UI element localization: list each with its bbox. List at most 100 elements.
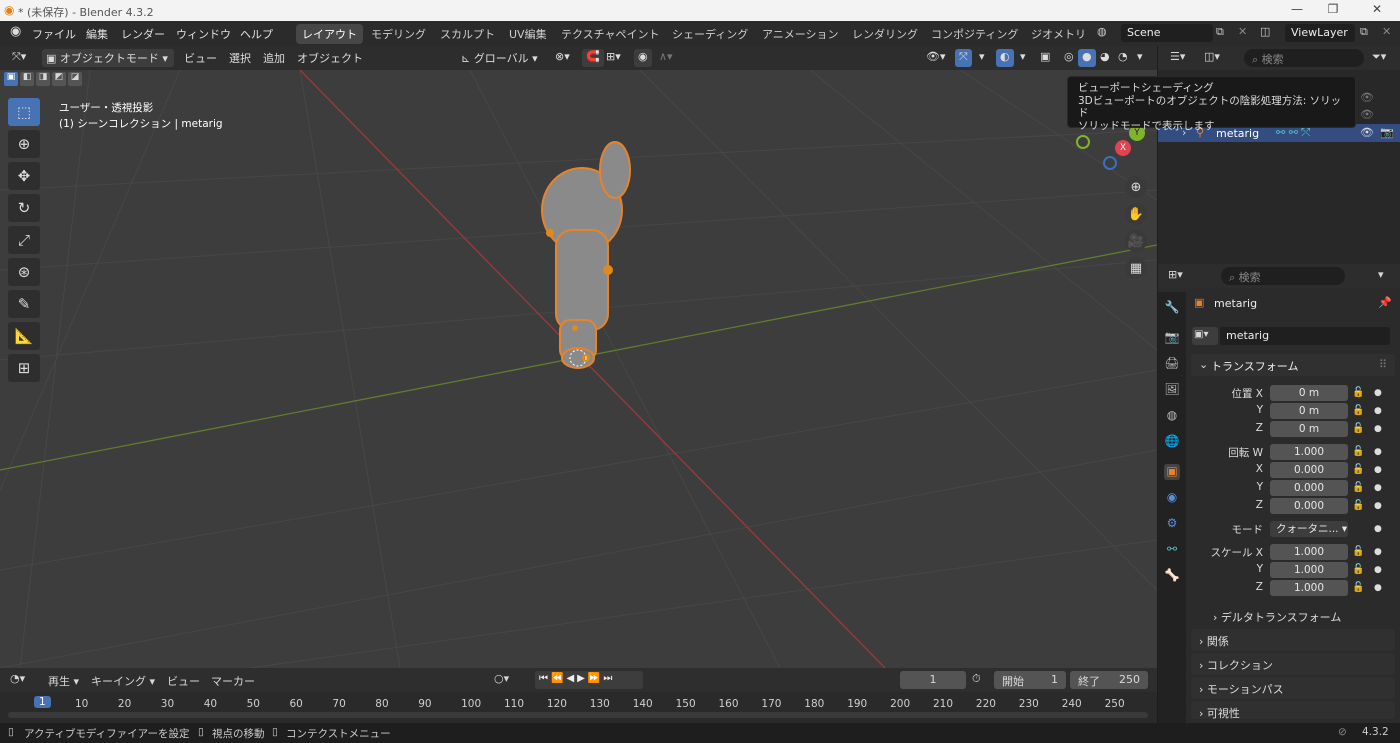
gizmo-neg-z-icon[interactable]: [1103, 156, 1117, 170]
render-tab-icon[interactable]: 📷: [1164, 330, 1180, 346]
viewlayer-icon[interactable]: ◫: [1260, 25, 1270, 38]
filter-icon[interactable]: ⏷▾: [1372, 50, 1386, 64]
playback-menu[interactable]: 再生 ▾: [48, 673, 79, 689]
keying-menu[interactable]: キーイング ▾: [91, 673, 155, 689]
collections-panel[interactable]: › コレクション: [1191, 653, 1395, 675]
view-layer-tab-icon[interactable]: 🖼: [1164, 382, 1180, 398]
tab-uv-editing[interactable]: UV編集: [503, 24, 553, 44]
3d-viewport[interactable]: ▣ ◧ ◨ ◩ ◪ ⬚ ⊕ ✥ ↻ ⤢ ⊛ ✎ 📐 ⊞ ユーザー・透視投影 (1…: [0, 70, 1157, 668]
timeline-editor-icon[interactable]: ◔▾: [10, 672, 25, 685]
lock-icon[interactable]: 🔓: [1352, 423, 1364, 434]
gizmo-dropdown-icon[interactable]: ▾: [975, 49, 989, 67]
proportional-edit-icon[interactable]: ◉: [634, 49, 652, 67]
render-camera-icon[interactable]: 📷: [1380, 126, 1394, 139]
prev-keyframe-icon[interactable]: ⏪: [551, 673, 566, 684]
annotate-tool-icon[interactable]: ✎: [8, 290, 40, 318]
visibility-panel[interactable]: › 可視性: [1191, 701, 1395, 720]
close-button[interactable]: ✕: [1362, 2, 1392, 18]
marker-menu[interactable]: マーカー: [211, 673, 255, 689]
rotation-y-field[interactable]: 0.000: [1270, 480, 1348, 496]
lock-icon[interactable]: 🔓: [1352, 405, 1364, 416]
timeline-scrollbar[interactable]: [8, 712, 1148, 718]
zoom-icon[interactable]: ⊕: [1125, 176, 1147, 198]
menu-view[interactable]: ビュー: [180, 49, 221, 67]
location-x-field[interactable]: 0 m: [1270, 385, 1348, 401]
properties-options-icon[interactable]: ▾: [1378, 268, 1384, 281]
keyframe-dot-icon[interactable]: ●: [1374, 524, 1382, 534]
keyframe-dot-icon[interactable]: ●: [1374, 406, 1382, 416]
tab-texture-paint[interactable]: テクスチャペイント: [555, 24, 666, 44]
menu-select[interactable]: 選択: [225, 49, 255, 67]
camera-view-icon[interactable]: 🎥: [1125, 230, 1147, 252]
select-intersect-icon[interactable]: ◪: [68, 72, 82, 86]
select-extend-icon[interactable]: ◧: [20, 72, 34, 86]
eye-icon-2[interactable]: 👁: [1360, 91, 1374, 104]
armature-data-tab-icon[interactable]: ⚯: [1164, 542, 1180, 558]
snap-toggle-icon[interactable]: 🧲: [582, 49, 604, 67]
tab-animation[interactable]: アニメーション: [756, 24, 845, 44]
tab-rendering[interactable]: レンダリング: [846, 24, 924, 44]
pan-hand-icon[interactable]: ✋: [1125, 203, 1147, 225]
physics-tab-icon[interactable]: ◉: [1164, 490, 1180, 506]
tab-sculpt[interactable]: スカルプト: [434, 24, 501, 44]
tab-modeling[interactable]: モデリング: [365, 24, 432, 44]
measure-tool-icon[interactable]: 📐: [8, 322, 40, 350]
visibility-icon[interactable]: 👁▾: [922, 49, 950, 67]
falloff-icon[interactable]: ∧▾: [655, 49, 677, 67]
shading-rendered-icon[interactable]: ◔: [1114, 49, 1132, 67]
tool-tab-icon[interactable]: 🔧: [1164, 300, 1180, 316]
new-viewlayer-icon[interactable]: ⧉: [1360, 25, 1368, 39]
cursor-tool-icon[interactable]: ⊕: [8, 130, 40, 158]
move-tool-icon[interactable]: ✥: [8, 162, 40, 190]
start-frame-field[interactable]: 開始 1: [994, 671, 1066, 689]
add-cube-tool-icon[interactable]: ⊞: [8, 354, 40, 382]
play-reverse-icon[interactable]: ◀: [566, 673, 577, 684]
jump-end-icon[interactable]: ⏭: [603, 673, 615, 684]
pin-icon[interactable]: 📌: [1378, 296, 1392, 309]
properties-editor-icon[interactable]: ⊞▾: [1168, 268, 1183, 281]
transform-tool-icon[interactable]: ⊛: [8, 258, 40, 286]
rotate-tool-icon[interactable]: ↻: [8, 194, 40, 222]
remove-scene-icon[interactable]: ✕: [1238, 25, 1247, 38]
new-scene-icon[interactable]: ⧉: [1216, 25, 1224, 39]
lock-icon[interactable]: 🔓: [1352, 500, 1364, 511]
outliner-search-input[interactable]: ⌕ 検索: [1244, 49, 1364, 67]
relations-panel[interactable]: › 関係: [1191, 629, 1395, 651]
end-frame-field[interactable]: 終了 250: [1070, 671, 1148, 689]
transform-orientation-dropdown[interactable]: ⊾ グローバル ▾: [457, 49, 542, 67]
keyframe-dot-icon[interactable]: ●: [1374, 447, 1382, 457]
select-invert-icon[interactable]: ◩: [52, 72, 66, 86]
menu-render[interactable]: レンダー: [121, 26, 165, 42]
location-z-field[interactable]: 0 m: [1270, 421, 1348, 437]
eye-icon[interactable]: 👁: [1360, 126, 1374, 139]
properties-search-input[interactable]: ⌕ 検索: [1221, 267, 1345, 285]
bone-tab-icon[interactable]: 🦴: [1164, 568, 1180, 584]
select-new-icon[interactable]: ▣: [4, 72, 18, 86]
object-tab-icon[interactable]: ▣: [1164, 464, 1180, 480]
keyframe-dot-icon[interactable]: ●: [1374, 388, 1382, 398]
rotation-mode-dropdown[interactable]: クォータニ... ▾: [1270, 521, 1348, 537]
xray-toggle-icon[interactable]: ▣: [1036, 49, 1054, 67]
lock-icon[interactable]: 🔓: [1352, 582, 1364, 593]
gizmo-x-icon[interactable]: X: [1115, 140, 1131, 156]
keyframe-dot-icon[interactable]: ●: [1374, 547, 1382, 557]
remove-viewlayer-icon[interactable]: ✕: [1382, 25, 1391, 38]
lock-icon[interactable]: 🔓: [1352, 564, 1364, 575]
timeline-view-menu[interactable]: ビュー: [167, 673, 200, 689]
menu-object[interactable]: オブジェクト: [293, 49, 367, 67]
drag-handle-icon[interactable]: ⠿: [1379, 358, 1387, 371]
rotation-w-field[interactable]: 1.000: [1270, 444, 1348, 460]
location-y-field[interactable]: 0 m: [1270, 403, 1348, 419]
menu-add[interactable]: 追加: [259, 49, 289, 67]
blender-menu-icon[interactable]: ◉: [10, 24, 21, 39]
current-frame-marker[interactable]: 1: [34, 696, 51, 708]
lock-icon[interactable]: 🔓: [1352, 482, 1364, 493]
select-box-tool-icon[interactable]: ⬚: [8, 98, 40, 126]
menu-window[interactable]: ウィンドウ: [176, 26, 231, 42]
keyframe-dot-icon[interactable]: ●: [1374, 483, 1382, 493]
outliner-editor-icon[interactable]: ☰▾: [1170, 50, 1185, 63]
menu-help[interactable]: ヘルプ: [240, 26, 273, 42]
pivot-point-icon[interactable]: ⊗▾: [551, 49, 574, 67]
menu-file[interactable]: ファイル: [32, 26, 76, 42]
output-tab-icon[interactable]: 🖨: [1164, 356, 1180, 372]
